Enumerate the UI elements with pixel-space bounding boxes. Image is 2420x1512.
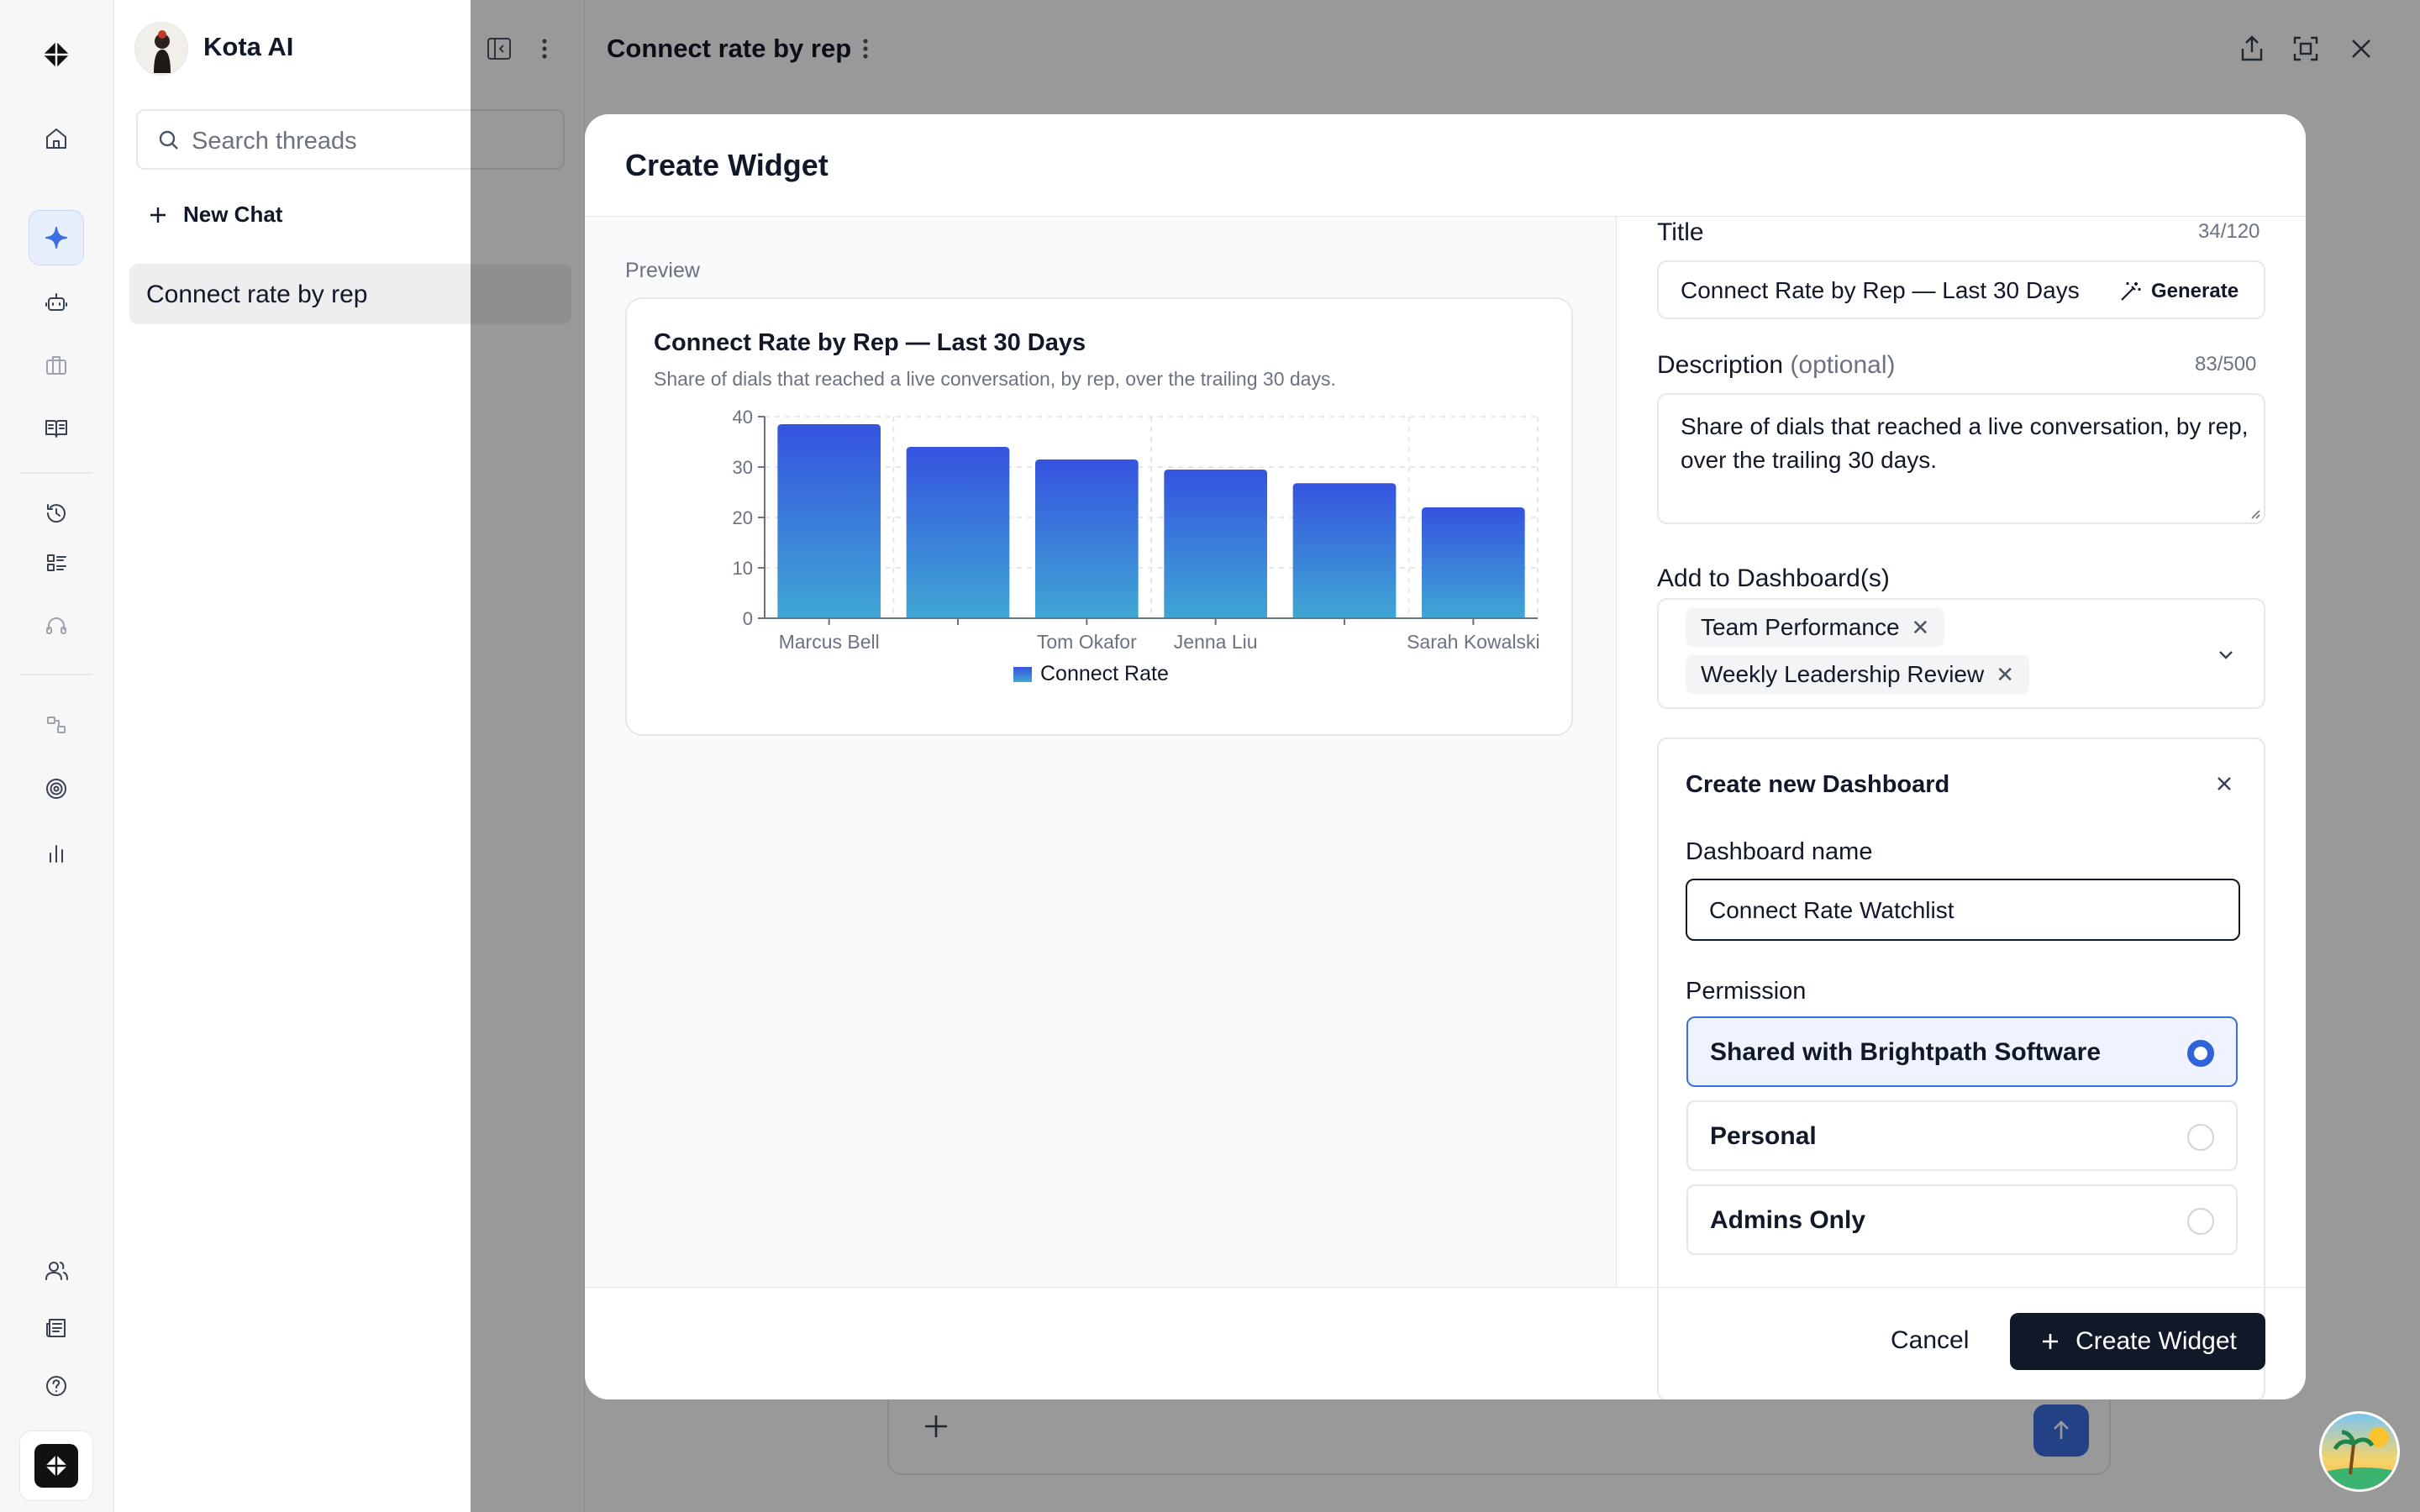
create-widget-button[interactable]: Create Widget xyxy=(2010,1313,2265,1370)
history-icon[interactable] xyxy=(29,486,84,541)
permission-option-personal[interactable]: Personal xyxy=(1686,1100,2238,1171)
chip-label: Weekly Leadership Review xyxy=(1701,661,1985,687)
title-input-value: Connect Rate by Rep — Last 30 Days xyxy=(1681,277,2080,303)
permission-option-label: Shared with Brightpath Software xyxy=(1710,1038,2102,1066)
home-icon[interactable] xyxy=(29,111,84,166)
legend-swatch xyxy=(1013,667,1032,682)
workspace-switcher-button[interactable] xyxy=(19,1431,93,1501)
x-tick-label: Tom Okafor xyxy=(1037,631,1137,653)
chart-bar xyxy=(777,424,881,618)
title-label: Title xyxy=(1657,218,1704,246)
sparkle-icon[interactable] xyxy=(29,210,84,265)
generate-label: Generate xyxy=(2151,280,2239,302)
dashboard-chip: Weekly Leadership Review ✕ xyxy=(1686,655,2029,694)
x-tick-label: Jenna Liu xyxy=(1174,631,1258,653)
cancel-button[interactable]: Cancel xyxy=(1891,1326,1969,1355)
chart-bar xyxy=(1292,483,1397,618)
description-textarea[interactable]: Share of dials that reached a live conve… xyxy=(1657,393,2265,524)
y-tick-label: 20 xyxy=(733,507,753,528)
rail-divider xyxy=(20,674,92,675)
legend-label: Connect Rate xyxy=(1040,662,1169,685)
description-optional: (optional) xyxy=(1790,351,1896,379)
x-tick-label: Sarah Kowalski xyxy=(1407,631,1540,653)
generate-button[interactable]: Generate xyxy=(2109,262,2264,318)
bar-chart: 0 10 20 30 40 Marcus Bell Tom Okafor Jenna Liu S… xyxy=(733,407,1540,685)
modal-title: Create Widget xyxy=(625,148,829,182)
newspaper-icon[interactable] xyxy=(29,1300,84,1356)
y-tick-label: 40 xyxy=(733,407,753,428)
description-value: Share of dials that reached a live conve… xyxy=(1681,413,2249,473)
diamond-logo-icon[interactable] xyxy=(29,27,84,82)
target-icon[interactable] xyxy=(29,761,84,816)
create-widget-label: Create Widget xyxy=(2075,1327,2237,1355)
users-icon[interactable] xyxy=(29,1243,84,1299)
permission-option-shared[interactable]: Shared with Brightpath Software xyxy=(1686,1016,2238,1087)
task-list-icon[interactable] xyxy=(29,535,84,591)
close-icon[interactable] xyxy=(2212,771,2237,796)
remove-chip-icon[interactable]: ✕ xyxy=(1996,662,2014,688)
chart-bar xyxy=(906,447,1010,618)
avatar[interactable] xyxy=(134,22,188,76)
radio-button[interactable] xyxy=(2187,1208,2214,1235)
y-tick-label: 10 xyxy=(733,558,753,579)
y-tick-label: 30 xyxy=(733,457,753,478)
x-tick-label: Marcus Bell xyxy=(779,631,880,653)
description-count: 83/500 xyxy=(2195,353,2257,375)
plus-icon xyxy=(2043,1334,2059,1349)
dashboard-multiselect[interactable]: Team Performance ✕ Weekly Leadership Revi… xyxy=(1657,598,2265,709)
modal-footer: Cancel Create Widget xyxy=(585,1287,2306,1399)
y-tick-label: 0 xyxy=(743,608,753,629)
chip-label: Team Performance xyxy=(1701,614,1900,640)
radio-button[interactable] xyxy=(2187,1124,2214,1151)
dashboard-name-input[interactable]: Connect Rate Watchlist xyxy=(1686,879,2240,941)
chart-bar xyxy=(1422,507,1525,618)
thread-item-label: Connect rate by rep xyxy=(146,281,368,308)
help-icon[interactable] xyxy=(29,1358,84,1414)
create-widget-modal: Create Widget Preview Connect Rate by Re… xyxy=(585,114,2306,1399)
briefcase-icon[interactable] xyxy=(29,338,84,393)
remove-chip-icon[interactable]: ✕ xyxy=(1912,615,1930,641)
plus-icon xyxy=(150,207,166,223)
rail-divider xyxy=(20,472,92,474)
description-label-text: Description xyxy=(1657,351,1784,379)
permission-option-label: Admins Only xyxy=(1710,1206,1866,1234)
book-icon[interactable] xyxy=(29,401,84,456)
chart-bar xyxy=(1164,470,1267,618)
radio-button[interactable] xyxy=(2187,1040,2214,1067)
title-count: 34/120 xyxy=(2198,220,2260,243)
headset-icon[interactable] xyxy=(29,598,84,654)
chart-bar xyxy=(1035,459,1139,618)
dashboard-name-value: Connect Rate Watchlist xyxy=(1709,897,1954,923)
magic-wand-icon xyxy=(2121,282,2141,301)
permission-label: Permission xyxy=(1686,978,1807,1005)
resize-handle-icon[interactable] xyxy=(2247,506,2260,519)
bar-chart-icon[interactable] xyxy=(29,826,84,881)
permission-option-admins[interactable]: Admins Only xyxy=(1686,1184,2238,1255)
assistant-bubble-avatar[interactable] xyxy=(2319,1411,2400,1492)
search-icon xyxy=(159,130,178,150)
new-chat-button[interactable]: New Chat xyxy=(146,202,282,228)
robot-icon[interactable] xyxy=(29,275,84,330)
new-chat-label: New Chat xyxy=(183,202,283,227)
chart-card: Connect Rate by Rep — Last 30 Days Share… xyxy=(625,297,1573,736)
icon-rail xyxy=(0,0,114,1512)
search-placeholder: Search threads xyxy=(192,128,357,155)
diamond-logo-icon xyxy=(34,1444,78,1488)
chevron-down-icon[interactable] xyxy=(2213,642,2238,667)
dashboard-chip: Team Performance ✕ xyxy=(1686,608,1945,647)
dashboard-name-label: Dashboard name xyxy=(1686,838,1873,865)
title-input[interactable]: Connect Rate by Rep — Last 30 Days Gener… xyxy=(1657,260,2265,319)
app-name: Kota AI xyxy=(203,32,294,61)
modal-header: Create Widget xyxy=(585,114,2306,217)
workflow-icon[interactable] xyxy=(29,697,84,753)
permission-option-label: Personal xyxy=(1710,1122,1817,1150)
preview-label: Preview xyxy=(625,259,700,282)
dashboards-label: Add to Dashboard(s) xyxy=(1657,564,1890,592)
description-label: Description (optional) xyxy=(1657,351,1895,380)
new-dashboard-title: Create new Dashboard xyxy=(1686,771,1950,798)
